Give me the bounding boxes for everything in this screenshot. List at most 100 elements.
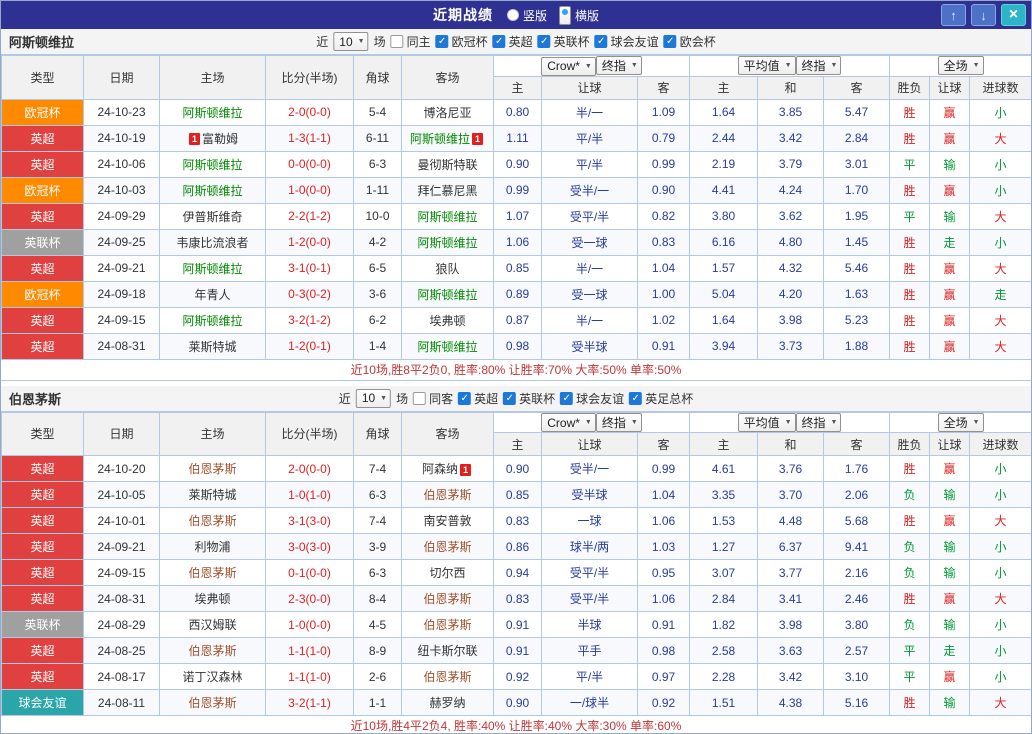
league-type-badge: 球会友谊 <box>1 689 84 716</box>
score[interactable]: 1-3(1-1) <box>265 124 354 152</box>
away-team[interactable]: 伯恩茅斯 <box>401 663 494 690</box>
home-team[interactable]: 伯恩茅斯 <box>159 507 266 534</box>
home-team[interactable]: 诺丁汉森林 <box>159 663 266 690</box>
move-up-button[interactable]: ↑ <box>941 4 966 26</box>
away-team[interactable]: 拜仁慕尼黑 <box>401 176 494 204</box>
home-team[interactable]: 伯恩茅斯 <box>159 455 266 482</box>
home-team[interactable]: 伊普斯维奇 <box>159 202 266 230</box>
score[interactable]: 2-0(0-0) <box>265 455 354 482</box>
away-team[interactable]: 南安普敦 <box>401 507 494 534</box>
same-venue-checkbox[interactable]: 同主 <box>390 33 431 50</box>
close-button[interactable]: × <box>1001 4 1026 26</box>
score[interactable]: 0-0(0-0) <box>265 150 354 178</box>
home-team[interactable]: 伯恩茅斯 <box>159 689 266 716</box>
away-team[interactable]: 阿森纳 1 <box>401 455 494 482</box>
away-team[interactable]: 阿斯顿维拉 <box>401 332 494 360</box>
away-team[interactable]: 伯恩茅斯 <box>401 481 494 508</box>
home-team[interactable]: 伯恩茅斯 <box>159 637 266 664</box>
score[interactable]: 2-0(0-0) <box>265 98 354 126</box>
away-team[interactable]: 曼彻斯特联 <box>401 150 494 178</box>
match-scope-select[interactable]: 全场 ▼ <box>937 412 984 432</box>
score[interactable]: 3-2(1-1) <box>265 689 354 716</box>
score[interactable]: 1-2(0-1) <box>265 332 354 360</box>
result-wdl: 胜 <box>889 689 931 716</box>
score[interactable]: 3-1(0-1) <box>265 254 354 282</box>
home-team[interactable]: 1 富勒姆 <box>159 124 266 152</box>
match-scope-select[interactable]: 全场 ▼ <box>937 56 984 76</box>
score[interactable]: 3-0(3-0) <box>265 533 354 560</box>
score[interactable]: 0-3(0-2) <box>265 280 354 308</box>
league-type-badge: 英超 <box>1 559 84 586</box>
away-team[interactable]: 阿斯顿维拉 <box>401 280 494 308</box>
away-team[interactable]: 博洛尼亚 <box>401 98 494 126</box>
score[interactable]: 1-1(1-0) <box>265 663 354 690</box>
eu-average-select[interactable]: 平均值 ▼ <box>737 56 796 76</box>
away-team[interactable]: 伯恩茅斯 <box>401 611 494 638</box>
league-filter-checkbox[interactable]: ✓ 球会友谊 <box>594 33 659 50</box>
away-team[interactable]: 赫罗纳 <box>401 689 494 716</box>
league-filter-checkbox[interactable]: ✓ 球会友谊 <box>560 390 624 407</box>
home-team[interactable]: 阿斯顿维拉 <box>159 150 266 178</box>
home-team[interactable]: 阿斯顿维拉 <box>159 98 266 126</box>
league-filter-checkbox[interactable]: ✓ 英联杯 <box>537 33 590 50</box>
score[interactable]: 0-1(0-0) <box>265 559 354 586</box>
away-team[interactable]: 切尔西 <box>401 559 494 586</box>
team-label: 阿斯顿维拉 <box>417 339 478 354</box>
league-filter-checkbox[interactable]: ✓ 英联杯 <box>503 390 555 407</box>
home-team[interactable]: 韦康比流浪者 <box>159 228 266 256</box>
home-team[interactable]: 阿斯顿维拉 <box>159 306 266 334</box>
checked-checkbox-icon: ✓ <box>663 35 677 48</box>
away-team[interactable]: 伯恩茅斯 <box>401 533 494 560</box>
away-team[interactable]: 埃弗顿 <box>401 306 494 334</box>
league-filter-checkbox[interactable]: ✓ 英足总杯 <box>629 390 693 407</box>
home-team[interactable]: 利物浦 <box>159 533 266 560</box>
home-team[interactable]: 莱斯特城 <box>159 481 266 508</box>
away-team[interactable]: 纽卡斯尔联 <box>401 637 494 664</box>
eu-time-select[interactable]: 终指 ▼ <box>795 412 842 432</box>
radio-icon <box>559 5 571 25</box>
home-team[interactable]: 伯恩茅斯 <box>159 559 266 586</box>
home-team[interactable]: 埃弗顿 <box>159 585 266 612</box>
score[interactable]: 3-1(3-0) <box>265 507 354 534</box>
league-filter-checkbox[interactable]: ✓ 欧冠杯 <box>435 33 488 50</box>
league-type-badge: 英超 <box>1 150 84 178</box>
score[interactable]: 1-0(1-0) <box>265 481 354 508</box>
score[interactable]: 2-3(0-0) <box>265 585 354 612</box>
home-team[interactable]: 年青人 <box>159 280 266 308</box>
away-team[interactable]: 狼队 <box>401 254 494 282</box>
score[interactable]: 1-0(0-0) <box>265 176 354 204</box>
layout-vertical-radio[interactable]: 竖版 <box>506 7 547 24</box>
away-team[interactable]: 阿斯顿维拉 1 <box>401 124 494 152</box>
layout-horizontal-radio[interactable]: 横版 <box>559 5 599 25</box>
team-label: 伯恩茅斯 <box>423 670 472 684</box>
ah-time-select[interactable]: 终指 ▼ <box>595 412 642 432</box>
away-team[interactable]: 伯恩茅斯 <box>401 585 494 612</box>
home-team[interactable]: 西汉姆联 <box>159 611 266 638</box>
result-goals: 大 <box>969 306 1031 334</box>
match-count-select[interactable]: 10 ▼ <box>333 32 369 51</box>
move-down-button[interactable]: ↓ <box>971 4 996 26</box>
result-goals: 小 <box>969 637 1031 664</box>
score[interactable]: 1-1(1-0) <box>265 637 354 664</box>
score[interactable]: 2-2(1-2) <box>265 202 354 230</box>
league-filter-checkbox[interactable]: ✓ 欧会杯 <box>663 33 716 50</box>
league-filter-checkbox[interactable]: ✓ 英超 <box>458 390 498 407</box>
score[interactable]: 3-2(1-2) <box>265 306 354 334</box>
ah-time-select[interactable]: 终指 ▼ <box>595 56 642 75</box>
eu-average-select[interactable]: 平均值 ▼ <box>737 412 796 432</box>
away-team[interactable]: 阿斯顿维拉 <box>401 228 494 256</box>
league-filter-checkbox[interactable]: ✓ 英超 <box>492 33 533 50</box>
away-team[interactable]: 阿斯顿维拉 <box>401 202 494 230</box>
eu-time-select[interactable]: 终指 ▼ <box>795 56 842 76</box>
ah-bookmaker-select[interactable]: Crow* ▼ <box>541 413 596 432</box>
score[interactable]: 1-0(0-0) <box>265 611 354 638</box>
home-team[interactable]: 莱斯特城 <box>159 332 266 360</box>
column-header: 比分(半场) <box>265 55 354 100</box>
home-team[interactable]: 阿斯顿维拉 <box>159 254 266 282</box>
team-label: 伯恩茅斯 <box>188 566 237 580</box>
ah-bookmaker-select[interactable]: Crow* ▼ <box>541 56 596 76</box>
same-venue-checkbox[interactable]: 同客 <box>413 390 453 407</box>
match-count-select[interactable]: 10 ▼ <box>355 388 392 408</box>
score[interactable]: 1-2(0-0) <box>265 228 354 256</box>
home-team[interactable]: 阿斯顿维拉 <box>159 176 266 204</box>
